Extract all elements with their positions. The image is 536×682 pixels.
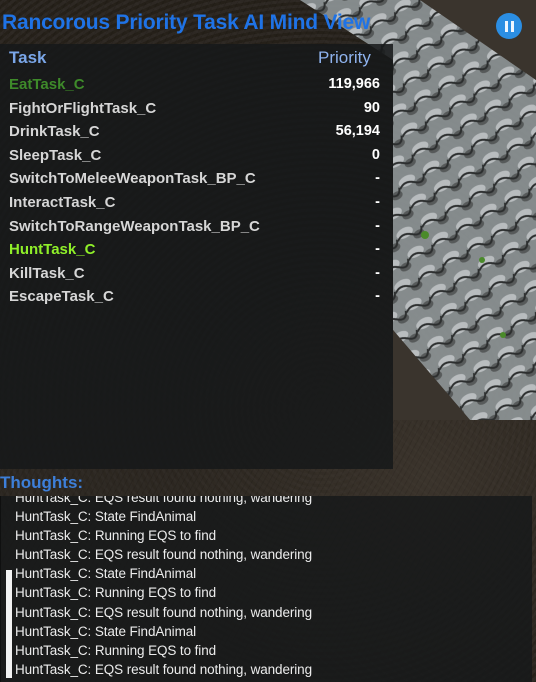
- thought-line: HuntTask_C: EQS result found nothing, wa…: [15, 661, 312, 677]
- task-row: InteractTask_C -: [0, 194, 392, 218]
- task-name: InteractTask_C: [9, 193, 116, 211]
- task-row: SwitchToRangeWeaponTask_BP_C -: [0, 218, 392, 242]
- thought-line: HuntTask_C: Running EQS to find: [15, 528, 217, 544]
- task-name: SwitchToMeleeWeaponTask_BP_C: [9, 170, 256, 188]
- task-priority: 0: [371, 146, 380, 163]
- task-row: EatTask_C 119,966: [0, 76, 392, 100]
- task-column-header: Task: [9, 48, 47, 67]
- task-name: FightOrFlightTask_C: [9, 99, 157, 117]
- thoughts-log[interactable]: HuntTask_C: EQS result found nothing, wa…: [0, 496, 532, 682]
- thoughts-label: Thoughts:: [0, 473, 84, 492]
- pause-button[interactable]: [496, 13, 522, 39]
- task-name: SleepTask_C: [9, 146, 102, 164]
- task-priority: 90: [363, 99, 380, 116]
- task-priority: -: [375, 170, 380, 187]
- task-list: EatTask_C 119,966 FightOrFlightTask_C 90…: [0, 76, 392, 312]
- task-row: KillTask_C -: [0, 265, 392, 289]
- task-name: EatTask_C: [9, 76, 85, 93]
- task-priority: -: [375, 217, 380, 234]
- task-priority: -: [375, 288, 380, 305]
- thought-line: HuntTask_C: EQS result found nothing, wa…: [15, 604, 312, 620]
- task-priority: 119,966: [328, 76, 380, 92]
- task-row: SleepTask_C 0: [0, 147, 392, 171]
- task-name: HuntTask_C: [9, 241, 96, 259]
- task-name: KillTask_C: [9, 264, 85, 282]
- thought-line: HuntTask_C: Running EQS to find: [15, 642, 217, 658]
- task-name: DrinkTask_C: [9, 123, 100, 141]
- task-row: DrinkTask_C 56,194: [0, 123, 392, 147]
- thought-line: HuntTask_C: Running EQS to find: [15, 585, 217, 601]
- task-row: SwitchToMeleeWeaponTask_BP_C -: [0, 170, 392, 194]
- thought-line: HuntTask_C: State FindAnimal: [15, 509, 197, 525]
- thought-line: HuntTask_C: EQS result found nothing, wa…: [15, 496, 312, 505]
- task-priority: -: [375, 241, 380, 258]
- thought-line: HuntTask_C: State FindAnimal: [15, 623, 197, 639]
- task-row: HuntTask_C -: [0, 241, 392, 265]
- task-priority: -: [375, 264, 380, 281]
- task-row: FightOrFlightTask_C 90: [0, 100, 392, 124]
- task-name: EscapeTask_C: [9, 288, 114, 306]
- mind-view-title: Rancorous Priority Task AI Mind View: [2, 11, 371, 34]
- task-priority: 56,194: [335, 123, 380, 140]
- thought-line: HuntTask_C: State FindAnimal: [15, 566, 197, 582]
- task-row: EscapeTask_C -: [0, 288, 392, 312]
- priority-column-header: Priority: [318, 48, 371, 67]
- thought-list: HuntTask_C: EQS result found nothing, wa…: [15, 496, 532, 679]
- task-name: SwitchToRangeWeaponTask_BP_C: [9, 217, 260, 235]
- pause-icon: [503, 20, 515, 32]
- thought-line: HuntTask_C: EQS result found nothing, wa…: [15, 547, 312, 563]
- task-priority: -: [375, 193, 380, 210]
- thoughts-scrollbar[interactable]: [6, 570, 12, 678]
